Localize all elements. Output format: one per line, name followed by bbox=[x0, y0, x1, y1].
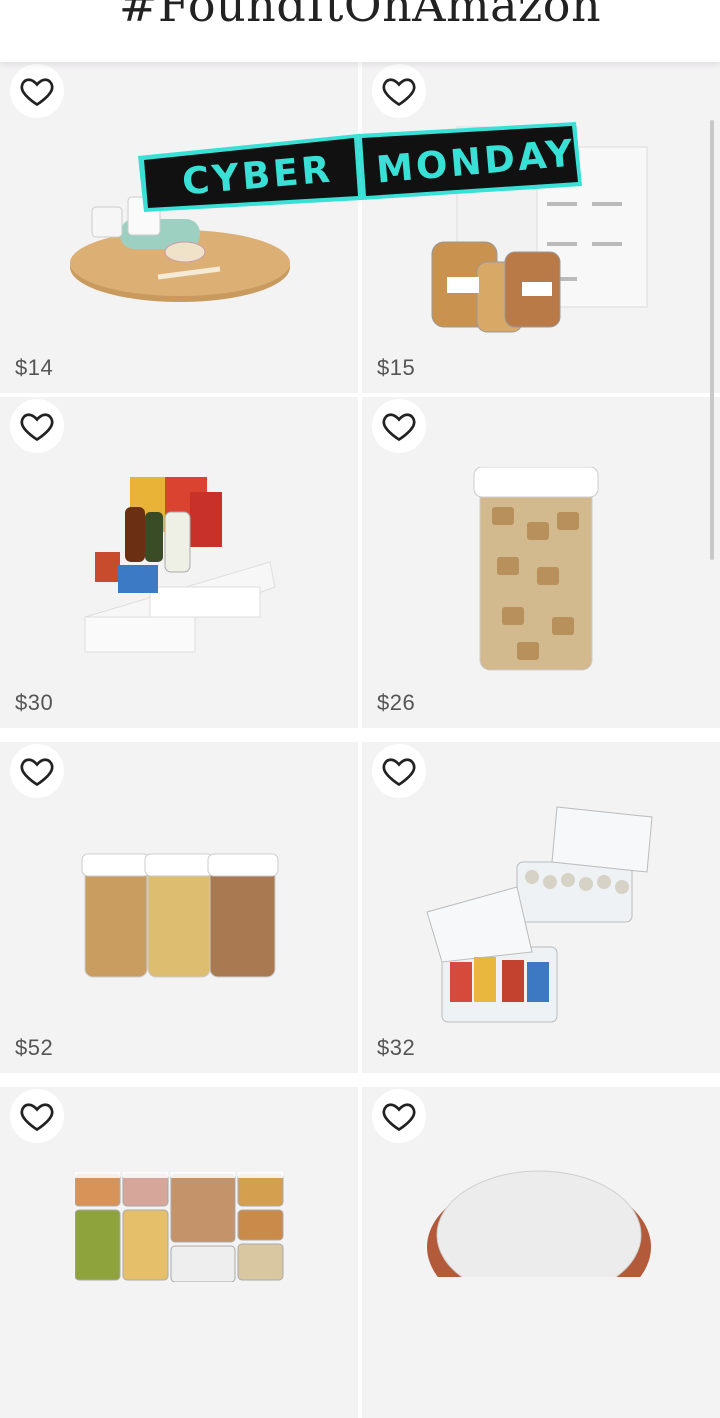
product-card[interactable]: $30 bbox=[0, 397, 358, 728]
favorite-heart-button[interactable] bbox=[10, 399, 64, 453]
page-title: #FoundItOnAmazon bbox=[118, 0, 602, 32]
cyber-monday-banner: CYBER MONDAY bbox=[130, 120, 590, 215]
favorite-heart-button[interactable] bbox=[10, 744, 64, 798]
product-price: $30 bbox=[15, 690, 54, 715]
scrollbar[interactable] bbox=[710, 120, 714, 560]
product-card[interactable]: $26 bbox=[362, 397, 720, 728]
product-card[interactable]: $32 bbox=[362, 742, 720, 1073]
product-image bbox=[473, 467, 599, 671]
product-price: $26 bbox=[377, 690, 416, 715]
product-card[interactable]: $14 bbox=[0, 62, 358, 393]
product-price: $15 bbox=[377, 355, 416, 380]
product-image bbox=[84, 477, 276, 653]
heart-icon bbox=[382, 758, 416, 787]
product-price: $52 bbox=[15, 1035, 54, 1060]
product-image bbox=[426, 806, 653, 1023]
page-header: #FoundItOnAmazon bbox=[0, 0, 720, 62]
product-card[interactable]: $52 bbox=[0, 742, 358, 1073]
heart-icon bbox=[20, 1103, 54, 1132]
product-price: $32 bbox=[377, 1035, 416, 1060]
product-image bbox=[81, 853, 279, 978]
favorite-heart-button[interactable] bbox=[10, 1089, 64, 1143]
favorite-heart-button[interactable] bbox=[372, 399, 426, 453]
heart-icon bbox=[20, 758, 54, 787]
heart-icon bbox=[20, 78, 54, 107]
favorite-heart-button[interactable] bbox=[372, 744, 426, 798]
favorite-heart-button[interactable] bbox=[372, 1089, 426, 1143]
product-image bbox=[427, 1170, 651, 1277]
heart-icon bbox=[382, 78, 416, 107]
heart-icon bbox=[382, 1103, 416, 1132]
favorite-heart-button[interactable] bbox=[10, 64, 64, 118]
product-price: $14 bbox=[15, 355, 54, 380]
heart-icon bbox=[20, 413, 54, 442]
heart-icon bbox=[382, 413, 416, 442]
product-image bbox=[75, 1172, 284, 1282]
product-card[interactable]: $15 bbox=[362, 62, 720, 393]
product-card[interactable] bbox=[0, 1087, 358, 1418]
favorite-heart-button[interactable] bbox=[372, 64, 426, 118]
product-card[interactable] bbox=[362, 1087, 720, 1418]
